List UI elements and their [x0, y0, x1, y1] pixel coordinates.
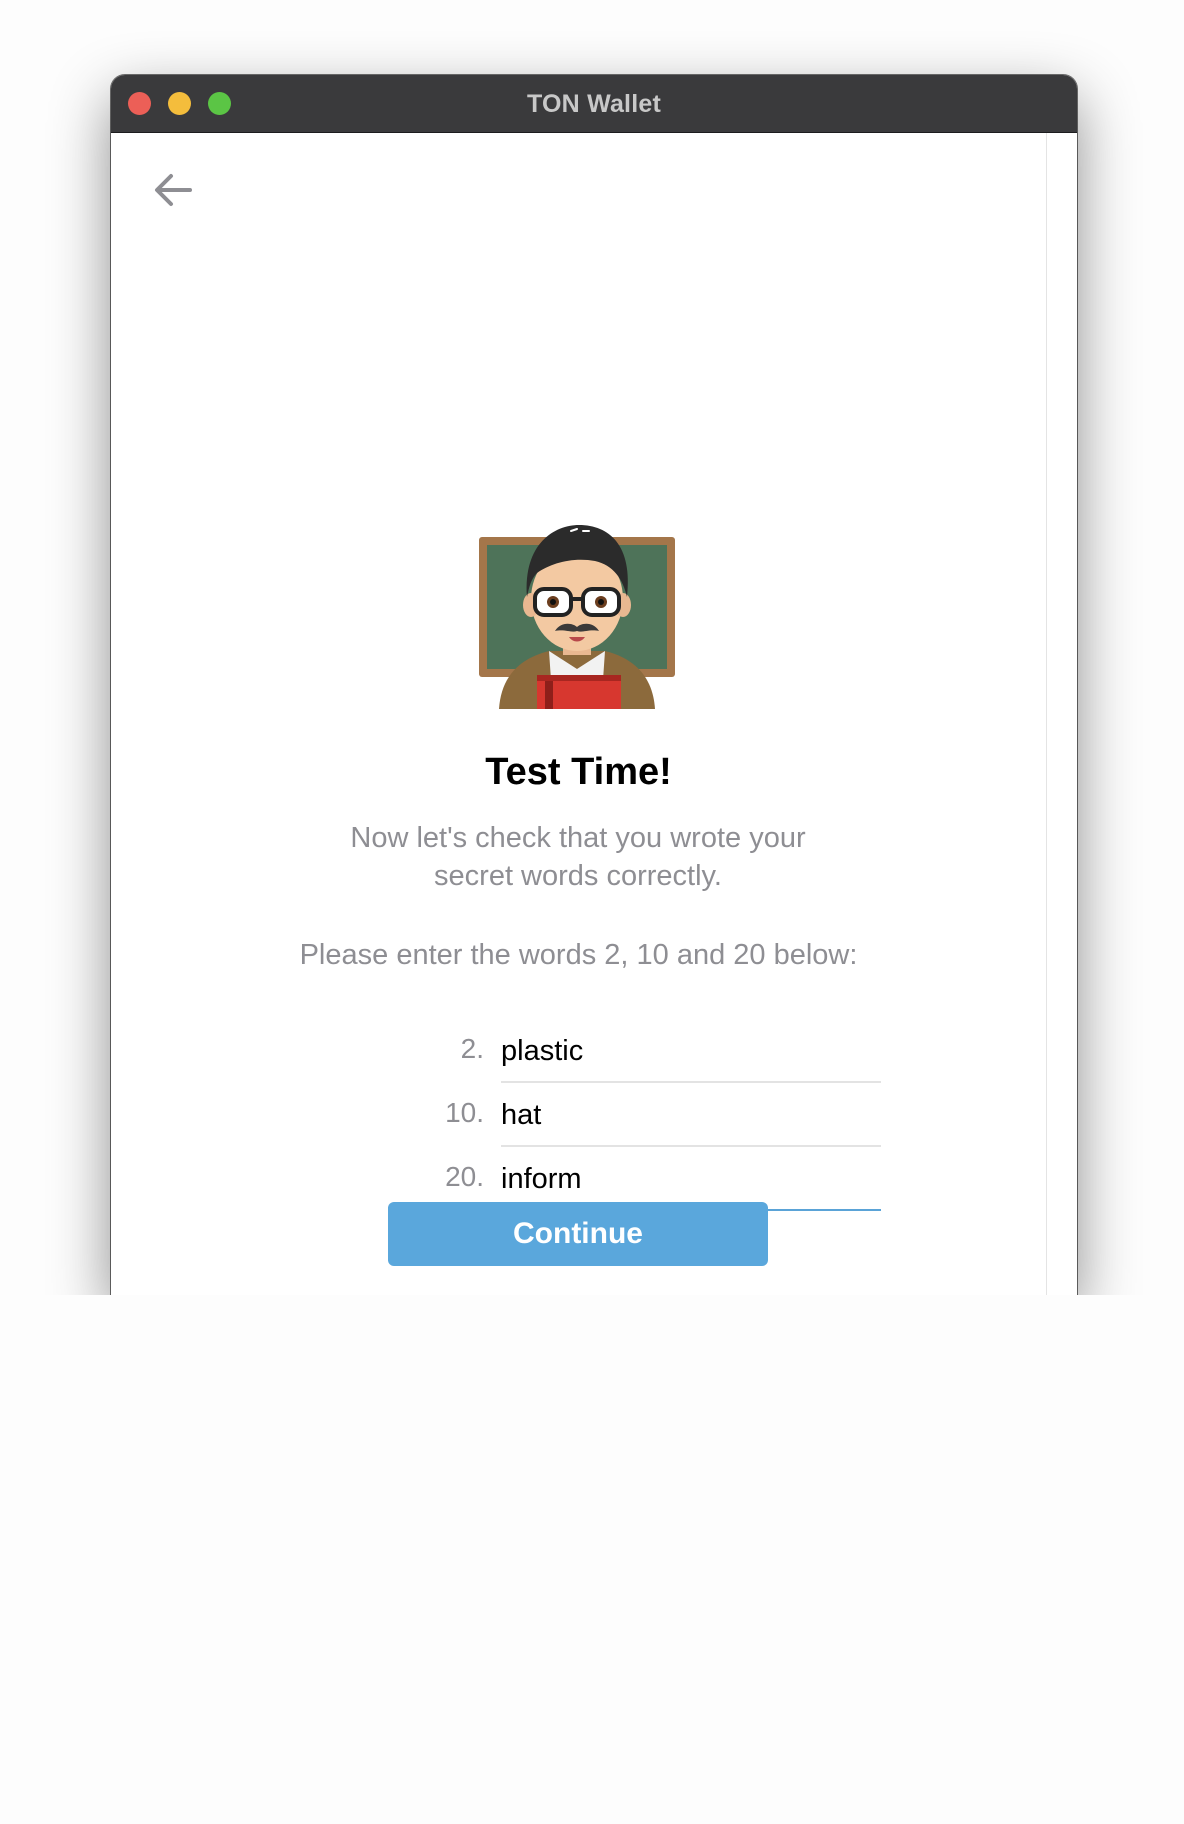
back-button[interactable] — [148, 164, 200, 216]
word-number-label: 10. — [445, 1097, 484, 1128]
app-window: TON Wallet Test Time! Now let's check th… — [111, 75, 1077, 1295]
continue-button[interactable]: Continue — [388, 1202, 768, 1266]
word-entry-row: 2. — [321, 1021, 881, 1085]
blank-area — [0, 1295, 1184, 1824]
word-number-label: 20. — [445, 1161, 484, 1192]
teacher-emoji-icon — [477, 509, 677, 709]
screenshot-canvas: TON Wallet Test Time! Now let's check th… — [0, 0, 1184, 1824]
content-area: Test Time! Now let's check that you wrot… — [111, 133, 1077, 1295]
arrow-left-icon — [155, 174, 192, 206]
word-number-label: 2. — [460, 1033, 484, 1064]
page-subtitle: Now let's check that you wrote your secr… — [350, 822, 806, 892]
word-input-10[interactable] — [501, 1085, 881, 1147]
page-title: Test Time! — [485, 751, 672, 793]
window-title: TON Wallet — [527, 90, 661, 118]
word-input-2[interactable] — [501, 1021, 881, 1083]
title-bar: TON Wallet — [111, 75, 1077, 133]
word-entry-row: 10. — [321, 1085, 881, 1149]
scrollbar[interactable] — [1046, 133, 1077, 1295]
instructions-text: Please enter the words 2, 10 and 20 belo… — [299, 939, 858, 971]
